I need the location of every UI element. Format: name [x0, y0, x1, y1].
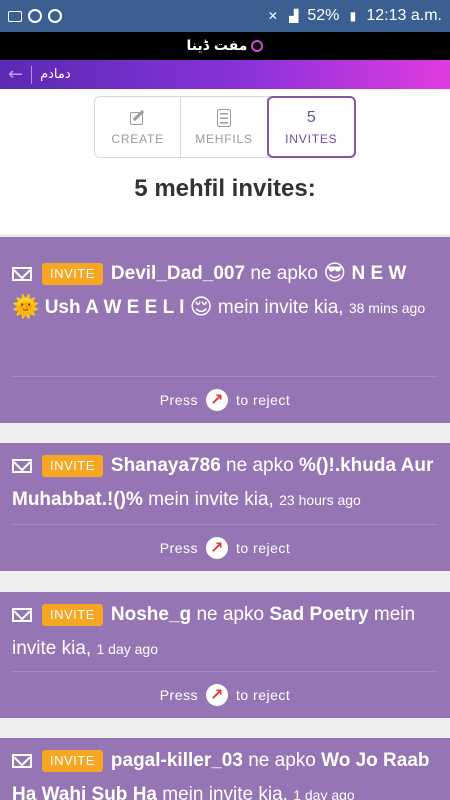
invite-time: 1 day ago — [96, 641, 158, 657]
mail-icon — [12, 753, 32, 768]
inviter-name[interactable]: Devil_Dad_007 — [111, 263, 245, 284]
mute-icon: ✕ — [267, 9, 278, 23]
invite-text: ne apko — [196, 604, 265, 625]
divider — [31, 65, 33, 84]
reject-arrow-icon[interactable]: ↗ — [205, 684, 228, 706]
settings-icon — [48, 9, 62, 23]
invite-text: ne apko — [226, 455, 294, 476]
invite-card: INVITE Noshe_g ne apko Sad Poetry mein in… — [0, 592, 450, 718]
invite-text: ne apko — [248, 750, 316, 771]
invite-card: INVITE Shanaya786 ne apko %()!.khuda Aur … — [0, 443, 450, 571]
invite-text: ne apko — [250, 263, 318, 285]
invite-badge: INVITE — [42, 454, 103, 477]
sun-emoji-icon: 🌞 — [12, 295, 40, 321]
app-title: مفت ڈینا — [186, 38, 248, 54]
reject-row: Press ↗ to reject — [12, 376, 438, 423]
signal-icon: ▟ — [289, 9, 299, 23]
back-arrow-icon[interactable]: ← — [8, 64, 23, 85]
mail-icon — [12, 458, 32, 473]
app-bar: ← دمادم — [0, 60, 450, 89]
invite-time: 38 mins ago — [348, 300, 426, 317]
edit-icon — [129, 109, 147, 127]
invite-tail: mein invite kia, — [148, 489, 274, 510]
reject-row: Press ↗ to reject — [12, 524, 438, 571]
mail-icon — [12, 267, 32, 281]
reject-arrow-icon[interactable]: ↗ — [205, 389, 228, 411]
reject-pre-text: Press — [159, 392, 198, 408]
gallery-icon — [8, 10, 22, 22]
turban-emoji-icon: 😌 — [189, 295, 213, 321]
reject-pre-text: Press — [159, 540, 198, 556]
reject-post-text: to reject — [235, 392, 291, 408]
mehfil-name-part-2[interactable]: Ush A W E E L I — [45, 297, 185, 318]
reject-post-text: to reject — [235, 540, 291, 556]
tab-create[interactable]: CREATE — [95, 97, 182, 157]
battery-icon: ▮ — [349, 9, 357, 23]
invite-card: INVITE Devil_Dad_007 ne apko 😎 N E W 🌞 Us… — [0, 237, 450, 423]
reject-arrow-icon[interactable]: ↗ — [205, 537, 228, 559]
whatsapp-icon — [28, 9, 42, 23]
tab-bar: CREATE MEHFILS 5 INVITES — [94, 96, 356, 158]
logo-icon — [251, 40, 264, 52]
tab-invites[interactable]: 5 INVITES — [266, 96, 356, 158]
mail-icon — [12, 607, 32, 622]
invite-time: 1 day ago — [293, 787, 355, 800]
reject-post-text: to reject — [235, 687, 291, 703]
invite-tail: mein invite kia, — [217, 297, 344, 319]
invite-badge: INVITE — [42, 263, 103, 285]
tab-mehfils-label: MEHFILS — [195, 131, 253, 146]
invite-card: INVITE pagal-killer_03 ne apko Wo Jo Raab… — [0, 738, 450, 800]
tab-invites-count: 5 — [306, 108, 316, 126]
battery-percent: 52% — [307, 7, 340, 24]
reject-pre-text: Press — [159, 687, 198, 703]
app-header-title: دمادم — [40, 67, 71, 82]
clock: 12:13 a.m. — [366, 7, 442, 24]
tab-create-label: CREATE — [111, 131, 164, 146]
mehfil-name[interactable]: Sad Poetry — [269, 604, 368, 625]
inviter-name[interactable]: Shanaya786 — [111, 455, 221, 476]
invite-time: 23 hours ago — [279, 492, 361, 508]
inviter-name[interactable]: Noshe_g — [111, 604, 191, 625]
turban-emoji-icon: 😎 — [323, 261, 347, 286]
app-title-bar: مفت ڈینا — [0, 32, 450, 60]
inviter-name[interactable]: pagal-killer_03 — [111, 750, 243, 771]
tab-invites-label: INVITES — [285, 131, 338, 146]
invite-badge: INVITE — [42, 603, 103, 626]
invite-tail: mein invite kia, — [162, 784, 288, 800]
invite-badge: INVITE — [42, 749, 103, 772]
header-panel: CREATE MEHFILS 5 INVITES 5 mehfil invite… — [0, 89, 450, 234]
page-title: 5 mehfil invites: — [134, 175, 316, 202]
status-bar: ✕ ▟ 52% ▮ 12:13 a.m. — [0, 0, 450, 32]
tab-mehfils[interactable]: MEHFILS — [181, 97, 268, 157]
reject-row: Press ↗ to reject — [12, 671, 438, 718]
mehfil-name-part-1[interactable]: N E W — [351, 263, 406, 284]
list-icon — [216, 108, 231, 127]
